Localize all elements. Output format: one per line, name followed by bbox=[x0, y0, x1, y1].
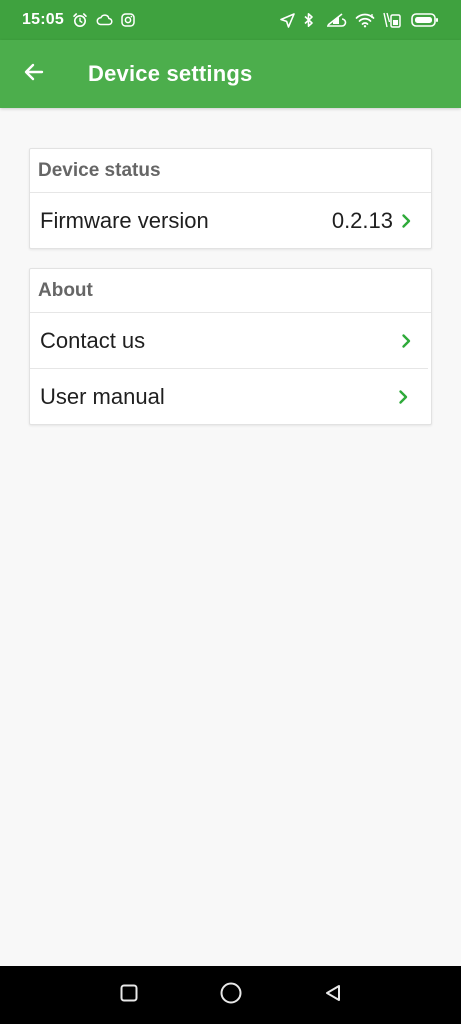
firmware-version-label: Firmware version bbox=[40, 207, 209, 233]
user-manual-row[interactable]: User manual bbox=[30, 368, 428, 424]
page-title: Device settings bbox=[88, 61, 253, 86]
about-card: About Contact us User manual bbox=[29, 268, 432, 425]
contact-us-label: Contact us bbox=[40, 327, 146, 353]
status-left: 15:05 bbox=[22, 11, 135, 29]
sim-icon bbox=[383, 12, 403, 28]
device-status-card: Device status Firmware version 0.2.13 bbox=[29, 148, 432, 249]
back-button[interactable] bbox=[10, 50, 58, 98]
cloud-icon bbox=[96, 13, 113, 27]
wifi-icon bbox=[355, 12, 375, 28]
device-status-header: Device status bbox=[30, 149, 431, 193]
chevron-right-icon bbox=[399, 213, 413, 229]
firmware-version-value: 0.2.13 bbox=[331, 207, 393, 233]
back-nav-button[interactable] bbox=[282, 966, 384, 1024]
home-button[interactable] bbox=[180, 966, 282, 1024]
settings-content: Device status Firmware version 0.2.13 Ab… bbox=[29, 148, 432, 444]
user-manual-label: User manual bbox=[40, 383, 165, 409]
battery-icon bbox=[411, 12, 439, 28]
arrow-left-icon bbox=[22, 60, 46, 89]
about-header: About bbox=[30, 269, 431, 313]
back-triangle-icon bbox=[323, 983, 343, 1008]
app-bar: Device settings bbox=[0, 40, 461, 108]
home-circle-icon bbox=[219, 981, 243, 1010]
location-icon bbox=[280, 12, 295, 28]
chevron-right-icon bbox=[399, 333, 413, 349]
status-bar: 15:05 bbox=[0, 0, 461, 40]
contact-us-row[interactable]: Contact us bbox=[30, 313, 431, 368]
firmware-version-row[interactable]: Firmware version 0.2.13 bbox=[30, 193, 431, 248]
status-time: 15:05 bbox=[22, 11, 64, 28]
bluetooth-icon bbox=[303, 12, 315, 28]
chevron-right-icon bbox=[396, 389, 410, 405]
alarm-icon bbox=[72, 12, 88, 28]
recents-button[interactable] bbox=[78, 966, 180, 1024]
status-right bbox=[280, 12, 439, 28]
data-saver-icon bbox=[323, 12, 347, 28]
system-nav-bar bbox=[0, 966, 461, 1024]
recents-square-icon bbox=[119, 983, 139, 1008]
instagram-icon bbox=[121, 13, 135, 27]
